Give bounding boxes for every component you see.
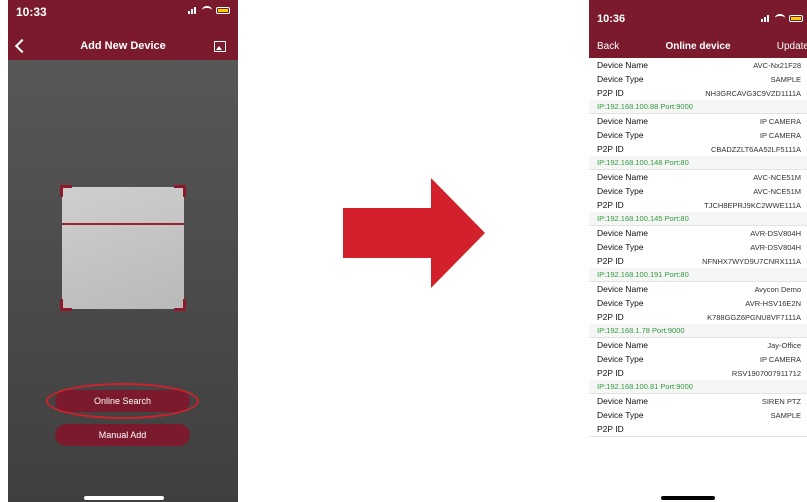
device-name-value: AVC-NCE51M (753, 172, 801, 182)
device-type-value: SAMPLE (770, 410, 801, 420)
device-type-label: Device Type (597, 354, 644, 364)
manual-add-button[interactable]: Manual Add (55, 424, 190, 446)
device-card[interactable]: Device Name Avycon Demo Device Type AVR-HS… (589, 282, 807, 338)
battery-icon (789, 14, 803, 22)
status-bar: 10:33 (8, 0, 238, 36)
device-name-label: Device Name (597, 172, 649, 182)
p2p-id-label: P2P ID (597, 368, 624, 378)
p2p-id-value: CBADZZLT6AA52LF5111A (710, 144, 801, 154)
device-name-label: Device Name (597, 228, 649, 238)
p2p-id-value: TJCH8EPRJ9KC2WWE111A (704, 200, 801, 210)
home-indicator (661, 496, 715, 500)
highlight-ring (46, 383, 199, 419)
update-button[interactable]: Update (777, 41, 807, 52)
p2p-id-value: NFNHX7WYD9U7CNRX111A (702, 256, 801, 266)
device-card[interactable]: Device Name Jay-Office Device Type IP CAME… (589, 338, 807, 394)
device-list: Device Name AVC-Nx21F28 Device Type SAMPLE… (589, 58, 807, 437)
status-time: 10:33 (16, 5, 47, 19)
device-name-value: SIREN PTZ (761, 396, 801, 406)
p2p-id-value: NH3GRCAVG3C9VZD1111A (705, 88, 801, 98)
device-type-value: SAMPLE (770, 74, 801, 84)
nav-bar: Back Online device Update (589, 36, 807, 58)
wifi-icon (202, 6, 212, 14)
p2p-id-value: RSV1907007911712 (731, 368, 801, 378)
p2p-id-label: P2P ID (597, 200, 624, 210)
device-type-value: AVC-NCE51M (753, 186, 801, 196)
scan-corner (60, 299, 72, 311)
device-type-label: Device Type (597, 74, 644, 84)
status-bar: 10:36 (589, 0, 807, 36)
device-type-label: Device Type (597, 242, 644, 252)
status-time: 10:36 (597, 13, 626, 25)
device-name-value: AVR-DSV804H (750, 228, 801, 238)
device-name-label: Device Name (597, 396, 649, 406)
ip-port-text: IP:192.168.100.148 Port:80 (597, 158, 689, 167)
status-icons (188, 6, 230, 14)
page-title: Online device (665, 41, 731, 52)
ip-port-text: IP:192.168.100.81 Port:9000 (597, 382, 693, 391)
device-name-value: Jay-Office (767, 340, 801, 350)
camera-view: Online Search Manual Add (8, 60, 238, 502)
p2p-id-label: P2P ID (597, 312, 624, 322)
device-card[interactable]: Device Name SIREN PTZ Device Type SAMPLE P… (589, 394, 807, 437)
device-name-value: AVC-Nx21F28 (753, 60, 801, 70)
device-card[interactable]: Device Name AVC-Nx21F28 Device Type SAMPLE… (589, 58, 807, 114)
device-name-label: Device Name (597, 116, 649, 126)
wifi-icon (775, 14, 785, 22)
device-type-value: IP CAMERA (759, 354, 801, 364)
battery-icon (216, 6, 230, 14)
device-type-label: Device Type (597, 298, 644, 308)
device-type-value: AVR-HSV16E2N (745, 298, 801, 308)
device-name-label: Device Name (597, 284, 649, 294)
scan-frame (60, 185, 186, 311)
device-name-value: Avycon Demo (754, 284, 801, 294)
device-name-label: Device Name (597, 60, 649, 70)
scan-corner (60, 185, 72, 197)
status-icons (761, 14, 803, 22)
device-type-label: Device Type (597, 186, 644, 196)
image-icon[interactable] (214, 41, 226, 52)
device-card[interactable]: Device Name IP CAMERA Device Type IP CAMER… (589, 114, 807, 170)
right-arrow-icon (343, 178, 485, 288)
ip-port-text: IP:192.168.100.191 Port:80 (597, 270, 689, 279)
home-indicator (84, 496, 164, 500)
device-card[interactable]: Device Name AVR-DSV804H Device Type AVR-DS… (589, 226, 807, 282)
ip-port-text: IP:192.168.1.78 Port:9000 (597, 326, 685, 335)
signal-icon (761, 14, 771, 22)
left-phone-screen: 10:33 Add New Device Online Search Manua… (8, 0, 238, 502)
page-title: Add New Device (80, 40, 166, 52)
p2p-id-label: P2P ID (597, 256, 624, 266)
p2p-id-label: P2P ID (597, 424, 624, 434)
device-card[interactable]: Device Name AVC-NCE51M Device Type AVC-NCE… (589, 170, 807, 226)
device-type-value: AVR-DSV804H (750, 242, 801, 252)
scan-corner (174, 185, 186, 197)
p2p-id-label: P2P ID (597, 88, 624, 98)
scan-line (62, 223, 184, 225)
ip-port-text: IP:192.168.100.88 Port:9000 (597, 102, 693, 111)
right-phone-screen: 10:36 Back Online device Update Device N… (589, 0, 807, 502)
device-type-label: Device Type (597, 410, 644, 420)
p2p-id-label: P2P ID (597, 144, 624, 154)
device-name-label: Device Name (597, 340, 649, 350)
device-type-label: Device Type (597, 130, 644, 140)
nav-bar: Add New Device (8, 36, 238, 60)
device-name-value: IP CAMERA (759, 116, 801, 126)
p2p-id-value: K788GGZ6PGNU8VF7111A (707, 312, 801, 322)
ip-port-text: IP:192.168.100.145 Port:80 (597, 214, 689, 223)
device-type-value: IP CAMERA (759, 130, 801, 140)
scan-corner (174, 299, 186, 311)
signal-icon (188, 6, 198, 14)
